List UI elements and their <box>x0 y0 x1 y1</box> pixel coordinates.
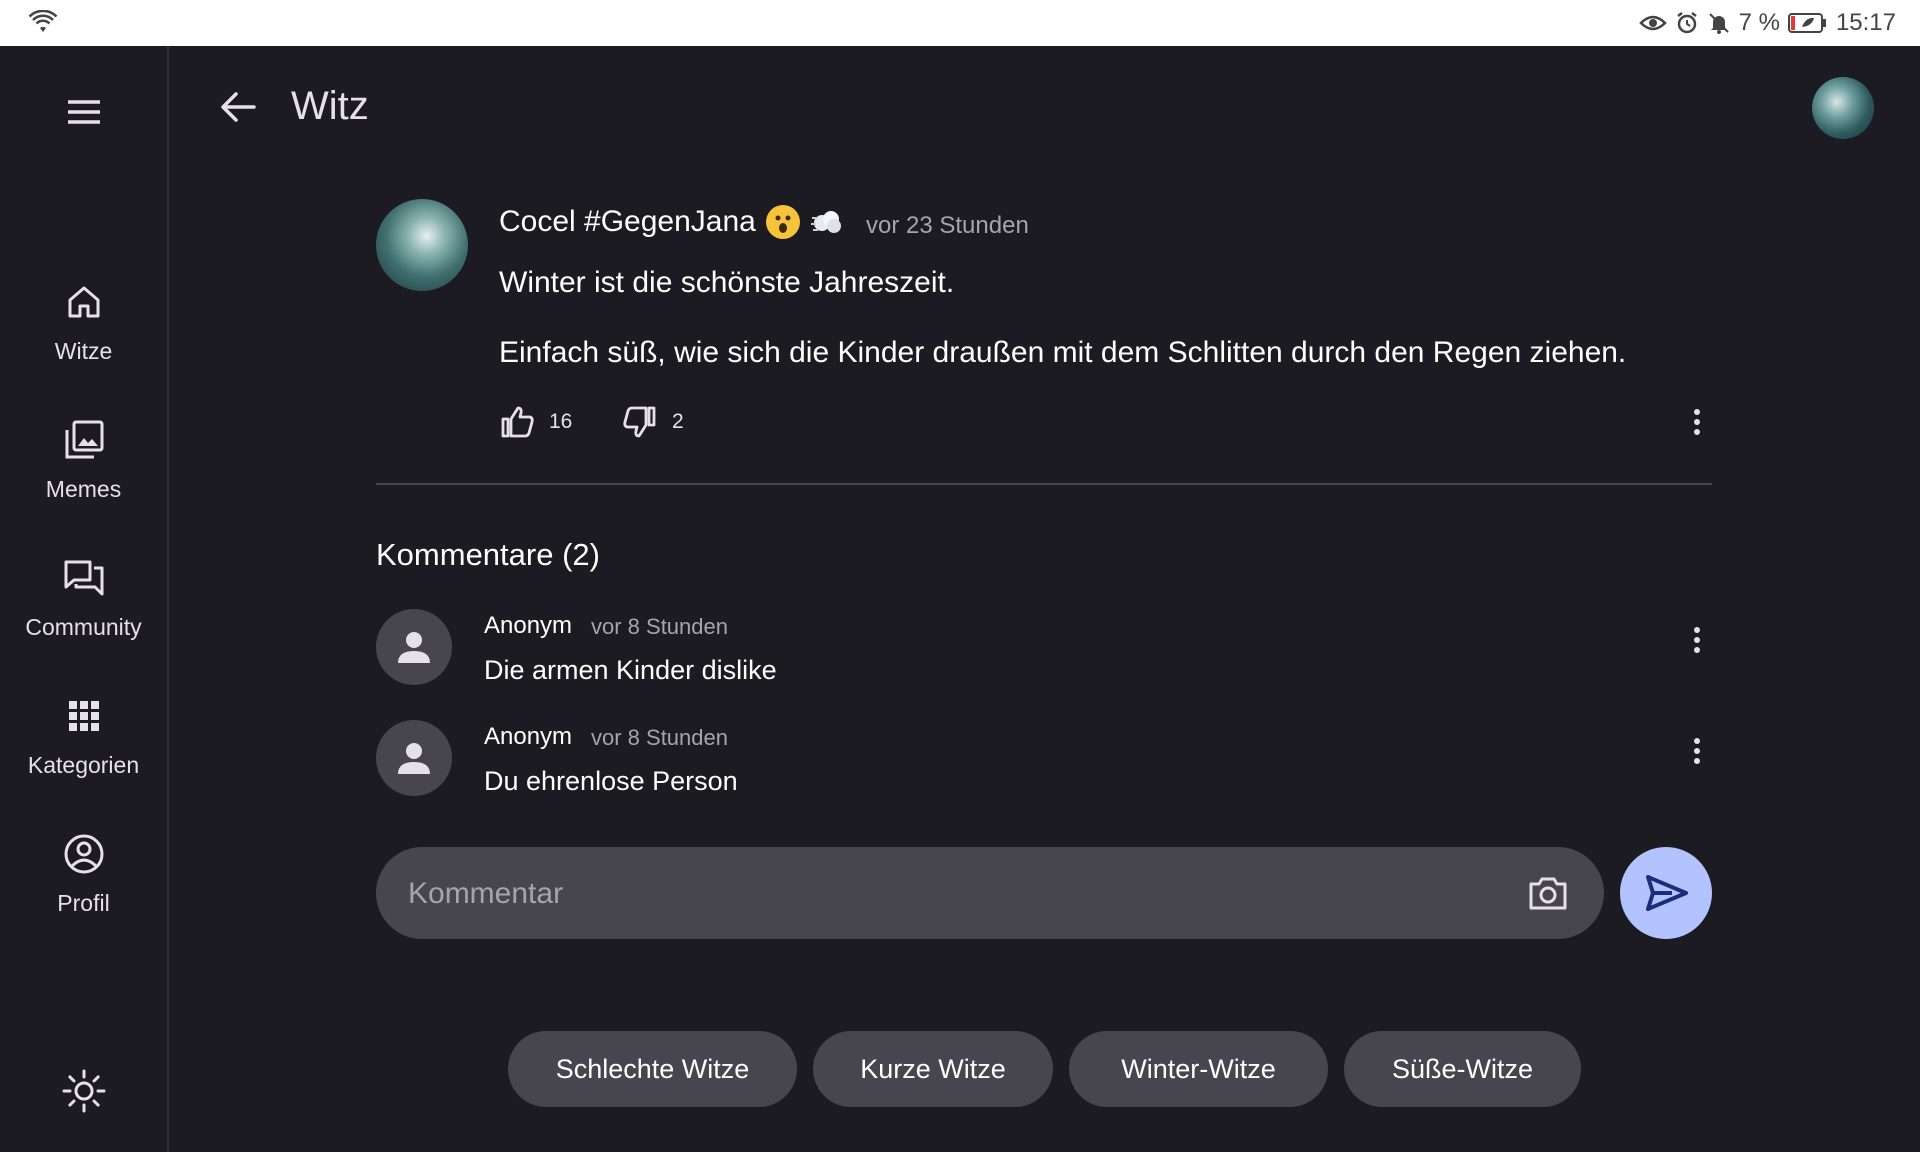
grid-icon <box>68 701 99 731</box>
sidebar-item-label: Witze <box>54 338 113 364</box>
status-bar: 7 % 15:17 <box>0 0 1920 46</box>
dash-cloud-emoji-icon <box>810 211 841 233</box>
post-author[interactable]: Cocel #GegenJana <box>499 205 844 239</box>
theme-toggle-sun-icon[interactable] <box>61 1068 107 1114</box>
post-more-options-icon[interactable] <box>1679 404 1715 440</box>
comment-time: vor 8 Stunden <box>591 614 728 639</box>
post-text-line: Einfach süß, wie sich die Kinder draußen… <box>499 336 1627 369</box>
comment-text: Die armen Kinder dislike <box>484 655 777 685</box>
anonymous-person-icon <box>376 720 452 796</box>
eye-icon <box>1638 13 1667 33</box>
account-circle-icon <box>64 834 103 874</box>
menu-icon[interactable] <box>64 92 104 132</box>
anonymous-person-icon <box>376 609 452 685</box>
comment-text: Du ehrenlose Person <box>484 766 738 796</box>
page-title: Witz <box>291 84 369 128</box>
like-button[interactable]: 16 <box>499 404 572 440</box>
sidebar-item-community[interactable]: Community <box>0 548 167 668</box>
thumb-up-icon <box>501 406 534 438</box>
divider <box>376 483 1712 485</box>
chip-winter-witze[interactable]: Winter-Witze <box>1069 1031 1328 1107</box>
alarm-icon <box>1675 11 1699 35</box>
sidebar-item-label: Memes <box>45 476 122 502</box>
battery-percent: 7 % <box>1738 9 1780 36</box>
comment-author: Anonym <box>484 612 573 639</box>
navigation-rail: Witze Memes Community Kategorien Profil <box>0 46 169 1152</box>
sidebar-item-kategorien[interactable]: Kategorien <box>0 686 167 806</box>
comment-more-options-icon[interactable] <box>1679 622 1715 658</box>
chip-suesse-witze[interactable]: Süße-Witze <box>1344 1031 1581 1107</box>
post-author-avatar[interactable] <box>376 199 468 291</box>
comment-input[interactable] <box>406 847 1490 941</box>
sidebar-item-memes[interactable]: Memes <box>0 410 167 530</box>
image-library-icon <box>65 420 103 459</box>
comment-input-container <box>376 847 1604 941</box>
comment-author: Anonym <box>484 723 573 750</box>
sidebar-item-label: Community <box>25 614 142 640</box>
like-count: 16 <box>549 410 573 433</box>
sidebar-item-label: Kategorien <box>27 752 140 778</box>
sidebar-item-witze[interactable]: Witze <box>0 272 167 392</box>
post-author-name: Cocel #GegenJana <box>499 205 756 238</box>
post-time: vor 23 Stunden <box>866 212 1029 239</box>
back-arrow-icon[interactable] <box>216 84 262 130</box>
comment-time: vor 8 Stunden <box>591 725 728 750</box>
astonished-emoji-icon <box>765 205 800 239</box>
camera-icon[interactable] <box>1526 871 1570 915</box>
send-button[interactable] <box>1620 847 1712 939</box>
user-avatar[interactable] <box>1812 77 1874 139</box>
comment-more-options-icon[interactable] <box>1679 733 1715 769</box>
post-text-line: Winter ist die schönste Jahreszeit. <box>499 266 955 299</box>
dislike-count: 2 <box>672 410 684 433</box>
sidebar-item-label: Profil <box>57 890 110 916</box>
send-icon <box>1646 875 1688 911</box>
dislike-button[interactable]: 2 <box>622 404 684 440</box>
battery-saver-icon <box>1787 12 1828 34</box>
wifi-icon <box>28 10 58 34</box>
thumb-down-icon <box>623 406 656 438</box>
chip-schlechte-witze[interactable]: Schlechte Witze <box>508 1031 797 1107</box>
home-icon <box>68 286 99 318</box>
chip-kurze-witze[interactable]: Kurze Witze <box>813 1031 1053 1107</box>
forum-icon <box>64 560 103 596</box>
comments-heading: Kommentare (2) <box>376 537 600 572</box>
bell-off-icon <box>1707 11 1731 35</box>
clock: 15:17 <box>1835 9 1896 36</box>
sidebar-item-profil[interactable]: Profil <box>0 824 167 944</box>
